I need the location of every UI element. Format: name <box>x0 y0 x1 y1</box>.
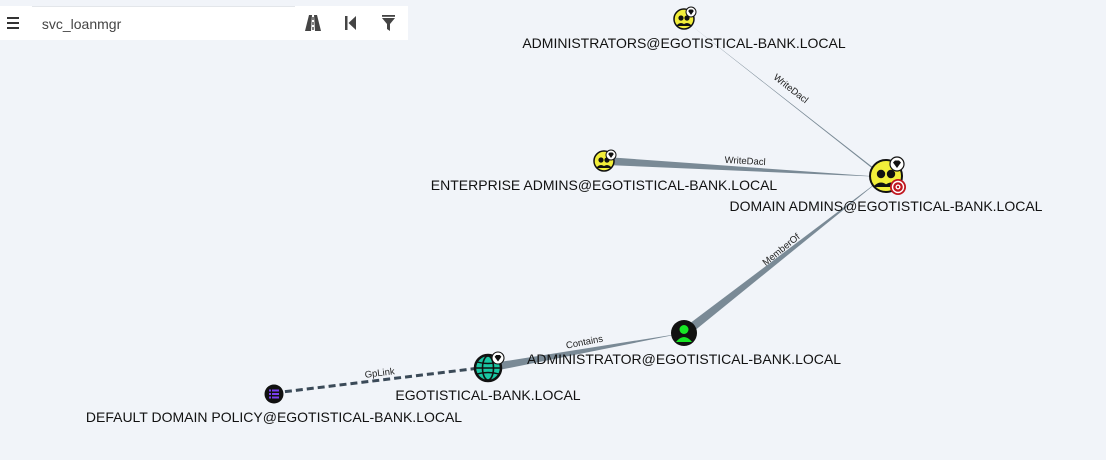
back-button[interactable] <box>332 6 370 40</box>
road-icon <box>305 15 322 31</box>
edge-label-writedacl-2: WriteDacl <box>724 155 766 168</box>
menu-button[interactable] <box>0 6 28 40</box>
hamburger-menu-icon <box>6 17 19 29</box>
filter-icon <box>382 15 396 31</box>
edge-label-writedacl-1: WriteDacl <box>771 72 810 106</box>
pathfinding-button[interactable] <box>295 6 333 40</box>
target-icon <box>890 179 906 195</box>
graph-canvas[interactable]: WriteDacl WriteDacl MemberOf Contains Gp… <box>0 0 1106 460</box>
search-toolbar <box>0 5 408 41</box>
list-icon <box>264 384 284 404</box>
node-label-administrators: ADMINISTRATORS@EGOTISTICAL-BANK.LOCAL <box>522 35 846 51</box>
node-label-domain-admins: DOMAIN ADMINS@EGOTISTICAL-BANK.LOCAL <box>730 198 1043 214</box>
node-label-domain: EGOTISTICAL-BANK.LOCAL <box>395 387 580 403</box>
node-administrators[interactable] <box>673 6 697 30</box>
edge-enterprise-admins-writedacl-domain-admins[interactable]: WriteDacl <box>606 155 884 177</box>
node-domain-admins[interactable] <box>869 156 906 195</box>
high-value-diamond-icon <box>889 156 905 172</box>
node-domain[interactable] <box>473 351 505 383</box>
search-box <box>31 5 295 41</box>
node-administrator[interactable] <box>671 320 697 346</box>
skip-back-icon <box>345 16 357 30</box>
high-value-diamond-icon <box>685 6 697 18</box>
edge-label-memberof: MemberOf <box>761 231 803 268</box>
node-enterprise-admins[interactable] <box>593 149 617 172</box>
high-value-diamond-icon <box>605 149 617 161</box>
user-icon <box>671 320 697 346</box>
search-input[interactable] <box>41 13 282 34</box>
edge-label-gplink: GpLink <box>364 366 395 381</box>
node-label-administrator: ADMINISTRATOR@EGOTISTICAL-BANK.LOCAL <box>527 351 841 367</box>
filter-button[interactable] <box>370 6 408 40</box>
node-gpo[interactable] <box>264 384 284 404</box>
node-label-gpo: DEFAULT DOMAIN POLICY@EGOTISTICAL-BANK.L… <box>86 409 462 425</box>
high-value-diamond-icon <box>491 351 505 365</box>
node-label-enterprise-admins: ENTERPRISE ADMINS@EGOTISTICAL-BANK.LOCAL <box>431 177 778 193</box>
